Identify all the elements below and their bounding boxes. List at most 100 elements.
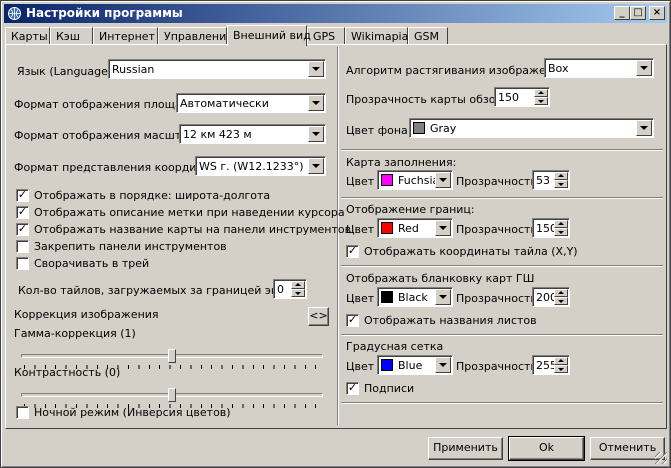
coords-format-value: WS г. (W12.1233°)	[199, 160, 304, 173]
apply-button[interactable]: Применить	[428, 437, 503, 460]
image-correction-title: Коррекция изображения	[14, 308, 159, 321]
grid-transparency-spinner[interactable]: 255	[532, 355, 570, 375]
resize-grip-icon[interactable]	[655, 452, 667, 464]
chevron-down-icon[interactable]	[435, 289, 451, 305]
grid-color-label: Цвет	[346, 360, 375, 373]
checkbox-box[interactable]	[16, 406, 29, 419]
language-select[interactable]: Russian	[108, 59, 326, 79]
ok-button[interactable]: Ok	[508, 436, 585, 461]
spin-down-icon[interactable]	[534, 97, 548, 105]
gamma-label: Гамма-коррекция (1)	[14, 327, 136, 340]
tab-wikimapia[interactable]: Wikimapia	[345, 27, 408, 45]
spin-up-icon[interactable]	[554, 220, 568, 228]
checkbox-label: Отображать название карты на панели инст…	[34, 223, 352, 236]
checkbox-box[interactable]: ✓	[346, 245, 359, 258]
section-separator	[341, 402, 663, 404]
area-format-select[interactable]: Автоматически	[176, 93, 326, 113]
tiles-count-spinner[interactable]: 0	[273, 279, 307, 299]
minimize-button[interactable]: _	[614, 6, 630, 20]
settings-window: Настройки программы _ □ × Карты Кэш Инте…	[0, 0, 671, 468]
area-format-label: Формат отображения площади	[14, 98, 197, 111]
section-separator	[341, 265, 663, 267]
chevron-down-icon[interactable]	[636, 60, 652, 76]
tiles-count-label: Кол-во тайлов, загружаемых за границей э…	[18, 284, 306, 297]
section-separator	[341, 197, 663, 199]
resize-algorithm-label: Алгоритм растягивания изображения	[346, 64, 567, 77]
checkbox-box[interactable]	[16, 257, 29, 270]
tab-control[interactable]: Управление	[158, 27, 233, 45]
tab-appearance[interactable]: Внешний вид	[227, 25, 311, 46]
checkbox-box[interactable]: ✓	[16, 189, 29, 202]
chevron-down-icon[interactable]	[308, 95, 324, 111]
spin-up-icon[interactable]	[554, 172, 568, 180]
window-title: Настройки программы	[26, 6, 183, 20]
scale-format-label: Формат отображения масштаба	[14, 129, 202, 142]
close-button[interactable]: ×	[649, 6, 665, 20]
chevron-down-icon[interactable]	[308, 158, 324, 174]
spin-down-icon[interactable]	[291, 289, 305, 297]
spin-up-icon[interactable]	[554, 357, 568, 365]
chevron-down-icon[interactable]	[308, 61, 324, 77]
grid-transparency-label: Прозрачность	[456, 360, 537, 373]
checkbox-label: Закрепить панели инструментов	[34, 240, 227, 253]
contrast-slider-thumb[interactable]	[168, 388, 176, 402]
checkbox-box[interactable]: ✓	[16, 223, 29, 236]
fill-transparency-label: Прозрачность	[456, 175, 537, 188]
tab-gsm[interactable]: GSM	[408, 27, 448, 45]
spin-up-icon[interactable]	[291, 281, 305, 289]
checkbox-box[interactable]: ✓	[16, 206, 29, 219]
spin-down-icon[interactable]	[554, 365, 568, 373]
toggle-panel-button[interactable]: <>	[308, 307, 329, 326]
cancel-button[interactable]: Отменить	[590, 437, 665, 460]
overview-transparency-label: Прозрачность карты обзора	[346, 93, 510, 106]
background-color-select[interactable]: Gray	[409, 118, 654, 138]
tiles-count-value: 0	[277, 283, 284, 296]
blank-transparency-spinner[interactable]: 200	[532, 287, 570, 307]
tab-maps[interactable]: Карты	[5, 27, 50, 45]
checkbox-label: Отображать названия листов	[364, 314, 537, 327]
borders-transparency-spinner[interactable]: 150	[532, 218, 570, 238]
checkbox-label: Ночной режим (Инверсия цветов)	[34, 406, 231, 419]
blank-color-label: Цвет	[346, 292, 375, 305]
grid-color-select[interactable]: Blue	[377, 355, 453, 375]
tab-gps[interactable]: GPS	[307, 27, 345, 45]
checkbox-label: Отображать описание метки при наведении …	[34, 206, 345, 219]
language-label: Язык (Language)	[17, 65, 113, 78]
maximize-button[interactable]: □	[630, 6, 646, 20]
coords-format-label: Формат представления координат	[14, 161, 217, 174]
gamma-slider-thumb[interactable]	[168, 349, 176, 363]
resize-algorithm-select[interactable]: Box	[544, 58, 654, 78]
app-globe-icon	[8, 7, 21, 20]
fill-map-title: Карта заполнения:	[346, 156, 457, 169]
scale-format-select[interactable]: 12 км 423 м	[179, 124, 326, 144]
tab-cache[interactable]: Кэш	[50, 27, 93, 45]
chevron-down-icon[interactable]	[435, 357, 451, 373]
fill-color-select[interactable]: Fuchsia	[377, 170, 453, 190]
checkbox-box[interactable]	[16, 240, 29, 253]
degree-grid-title: Градусная сетка	[346, 340, 444, 353]
title-bar[interactable]: Настройки программы _ □ ×	[4, 4, 667, 23]
blank-transparency-label: Прозрачность	[456, 292, 537, 305]
borders-color-value: Red	[398, 222, 419, 235]
spin-down-icon[interactable]	[554, 297, 568, 305]
color-swatch	[381, 291, 393, 303]
spin-down-icon[interactable]	[554, 180, 568, 188]
tab-internet[interactable]: Интернет	[93, 27, 158, 45]
spin-up-icon[interactable]	[554, 289, 568, 297]
spin-up-icon[interactable]	[534, 89, 548, 97]
fill-transparency-spinner[interactable]: 53	[532, 170, 570, 190]
borders-title: Отображение границ:	[346, 203, 475, 216]
blank-color-select[interactable]: Black	[377, 287, 453, 307]
chevron-down-icon[interactable]	[435, 220, 451, 236]
checkbox-box[interactable]: ✓	[346, 314, 359, 327]
checkbox-label: Сворачивать в трей	[34, 257, 150, 270]
checkbox-box[interactable]: ✓	[346, 382, 359, 395]
chevron-down-icon[interactable]	[308, 126, 324, 142]
coords-format-select[interactable]: WS г. (W12.1233°)	[195, 156, 326, 176]
chevron-down-icon[interactable]	[636, 120, 652, 136]
contrast-slider[interactable]	[21, 388, 323, 408]
chevron-down-icon[interactable]	[435, 172, 451, 188]
spin-down-icon[interactable]	[554, 228, 568, 236]
overview-transparency-spinner[interactable]: 150	[494, 87, 550, 107]
borders-color-select[interactable]: Red	[377, 218, 453, 238]
